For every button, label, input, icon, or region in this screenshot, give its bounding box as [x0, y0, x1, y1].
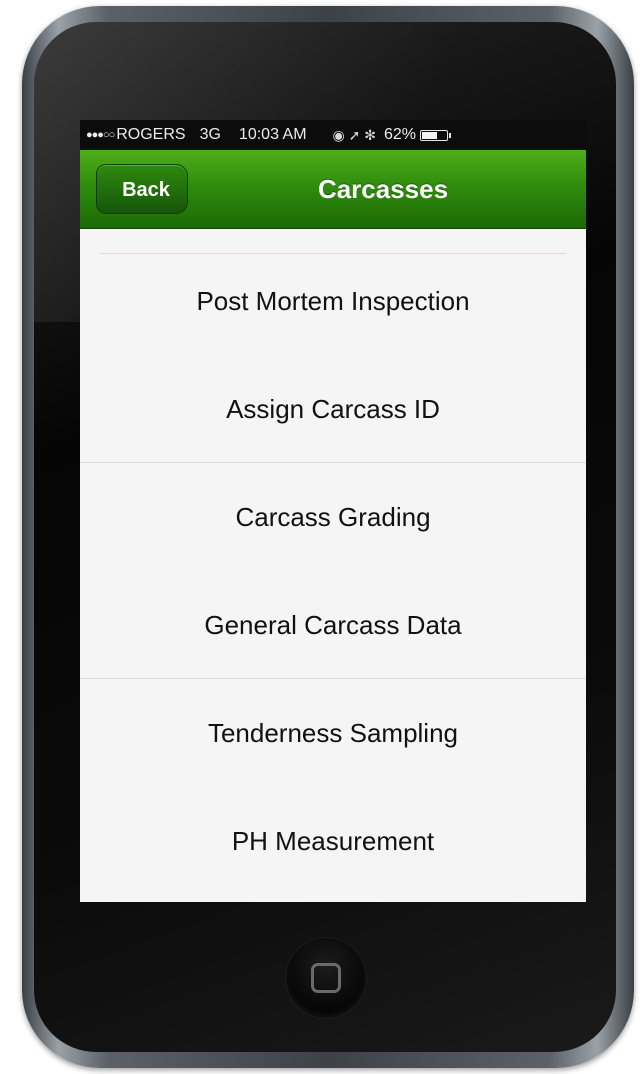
menu-item-label: Post Mortem Inspection	[196, 286, 470, 316]
battery-percentage: 62%	[384, 126, 417, 143]
menu-item-label: General Carcass Data	[204, 610, 462, 640]
home-square-icon	[311, 963, 341, 993]
menu-item-assign-carcass-id[interactable]: Assign Carcass ID	[80, 355, 586, 463]
status-bar: ●●●○○ ROGERS 3G 10:03 AM ◉ ➚ ✻ 62%	[80, 120, 586, 150]
signal-strength-icon: ●●●○○	[86, 129, 115, 141]
back-button[interactable]: Back	[96, 164, 188, 214]
phone-screen: ●●●○○ ROGERS 3G 10:03 AM ◉ ➚ ✻ 62% Back …	[80, 120, 586, 902]
menu-list: Post Mortem Inspection Assign Carcass ID…	[80, 229, 586, 902]
status-icons: ◉ ➚ ✻	[332, 127, 376, 143]
menu-item-label: PH Measurement	[231, 826, 435, 856]
menu-item-general-carcass-data[interactable]: General Carcass Data	[80, 571, 586, 679]
menu-item-post-mortem-inspection[interactable]: Post Mortem Inspection	[80, 247, 586, 355]
menu-item-label: Tenderness Sampling	[207, 718, 459, 748]
status-time: 10:03 AM	[238, 126, 307, 143]
menu-item-label: Carcass Grading	[235, 502, 431, 532]
battery-icon	[420, 129, 452, 141]
menu-item-ph-measurement[interactable]: PH Measurement	[80, 787, 586, 895]
menu-item-tenderness-sampling[interactable]: Tenderness Sampling	[80, 679, 586, 787]
network-type: 3G	[199, 126, 221, 143]
home-button-icon[interactable]	[286, 938, 366, 1018]
navigation-bar: Back Carcasses	[80, 150, 586, 229]
page-title: Carcasses	[317, 174, 449, 204]
carrier-name: ROGERS	[116, 126, 186, 143]
battery-fill	[422, 131, 438, 139]
menu-item-carcass-grading[interactable]: Carcass Grading	[80, 463, 586, 571]
menu-item-label: Assign Carcass ID	[226, 394, 440, 424]
